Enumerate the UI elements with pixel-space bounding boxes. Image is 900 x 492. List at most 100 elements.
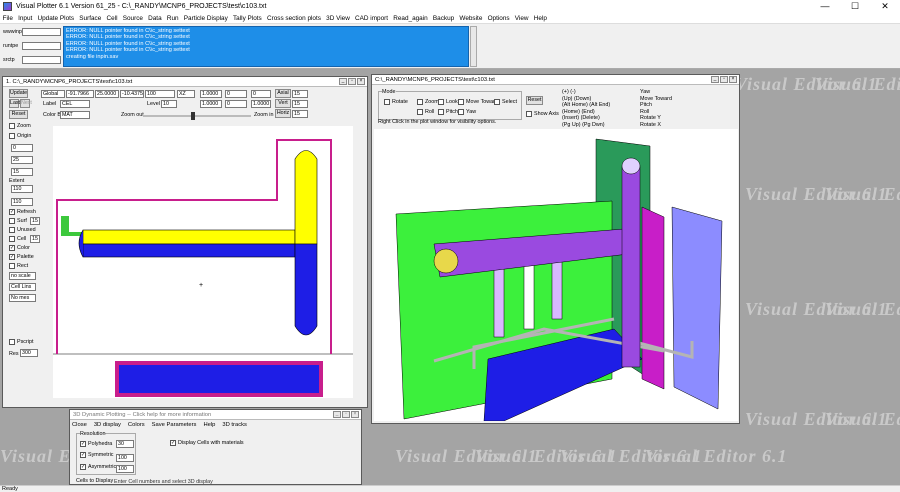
cell-size-field[interactable]: 15 <box>30 235 40 243</box>
surf-checkbox[interactable] <box>9 218 15 224</box>
horiz-button[interactable]: Horiz <box>275 109 291 118</box>
message-console[interactable]: ERROR: NULL pointer found in C\\c_string… <box>63 26 469 67</box>
plane-select[interactable]: XZ <box>177 90 195 98</box>
menu-help[interactable]: Help <box>531 15 549 22</box>
menu-data[interactable]: Data <box>146 15 165 22</box>
roll-checkbox[interactable] <box>417 109 423 115</box>
menu-update-plots[interactable]: Update Plots <box>35 15 77 22</box>
rect-checkbox[interactable] <box>9 263 15 269</box>
basis-4-field[interactable]: 1.0000 <box>200 100 222 108</box>
unused-checkbox[interactable] <box>9 227 15 233</box>
minimize-icon[interactable]: _ <box>333 411 341 418</box>
close-icon[interactable]: × <box>729 76 737 83</box>
color-checkbox[interactable]: ✓ <box>9 245 15 251</box>
dyn-menu-3d-tracks[interactable]: 3D tracks <box>222 422 246 428</box>
scale-select[interactable]: no scale <box>9 272 36 280</box>
restore-icon[interactable]: ▫ <box>348 78 356 85</box>
zoom-mode-checkbox[interactable] <box>417 99 423 105</box>
menu-cell[interactable]: Cell <box>104 15 120 22</box>
menu-view[interactable]: View <box>512 15 531 22</box>
symmetric-checkbox[interactable]: ✓ <box>80 452 86 458</box>
horiz-field[interactable]: 15 <box>292 110 308 118</box>
last-button[interactable]: Last <box>9 99 20 108</box>
minimize-icon[interactable]: _ <box>339 78 347 85</box>
restore-icon[interactable]: ▫ <box>720 76 728 83</box>
basis-1-field[interactable]: 1.0000 <box>200 90 222 98</box>
minimize-icon[interactable]: _ <box>711 76 719 83</box>
extent-field[interactable]: 100 <box>145 90 175 98</box>
coord-system-select[interactable]: Global <box>41 90 65 98</box>
zoom-slider[interactable] <box>143 115 251 117</box>
refresh-checkbox[interactable]: ✓ <box>9 209 15 215</box>
mesh-select[interactable]: No mes <box>9 294 36 302</box>
dyn-menu-close[interactable]: Close <box>72 422 87 428</box>
pitch-checkbox[interactable] <box>438 109 444 115</box>
basis-2-field[interactable]: 0 <box>225 90 247 98</box>
menu-cad-import[interactable]: CAD import <box>352 15 390 22</box>
menu-cross-section-plots[interactable]: Cross section plots <box>264 15 323 22</box>
palette-checkbox[interactable]: ✓ <box>9 254 15 260</box>
origin-x-field[interactable]: -91.7966 <box>66 90 94 98</box>
extent-h-field[interactable]: 110 <box>11 185 33 193</box>
menu-website[interactable]: Website <box>457 15 485 22</box>
display-cells-checkbox[interactable]: ✓ <box>170 440 176 446</box>
menu-backup[interactable]: Backup <box>430 15 457 22</box>
menu-run[interactable]: Run <box>164 15 181 22</box>
look-checkbox[interactable] <box>438 99 444 105</box>
maximize-button[interactable]: ☐ <box>840 0 870 13</box>
reset-3d-button[interactable]: Reset <box>526 96 543 105</box>
plot-3d-canvas[interactable] <box>374 129 738 421</box>
dyn-menu-colors[interactable]: Colors <box>128 422 145 428</box>
menu-file[interactable]: File <box>0 15 16 22</box>
extent-v-field[interactable]: 110 <box>11 198 33 206</box>
polyhedra-field[interactable]: 30 <box>116 440 134 448</box>
menu-surface[interactable]: Surface <box>77 15 104 22</box>
move-toward-checkbox[interactable] <box>458 99 464 105</box>
dyn-menu-help[interactable]: Help <box>203 422 215 428</box>
asymmetric-checkbox[interactable]: ✓ <box>80 464 86 470</box>
restore-icon[interactable]: ▫ <box>342 411 350 418</box>
reset-button[interactable]: Reset <box>9 110 28 119</box>
srctp-field[interactable] <box>22 56 61 64</box>
symmetric-field[interactable]: 100 <box>116 454 134 462</box>
dyn-menu-3d-display[interactable]: 3D display <box>94 422 121 428</box>
select-checkbox[interactable] <box>494 99 500 105</box>
menu-source[interactable]: Source <box>120 15 145 22</box>
menu-input[interactable]: Input <box>16 15 35 22</box>
basis-5-field[interactable]: 0 <box>225 100 247 108</box>
line-style-select[interactable]: Cell Lins <box>9 283 36 291</box>
basis-6-field[interactable]: 1.0000 <box>251 100 271 108</box>
menu-tally-plots[interactable]: Tally Plots <box>230 15 264 22</box>
left-value-3[interactable]: 15 <box>11 168 33 176</box>
surf-size-field[interactable]: 15 <box>30 217 40 225</box>
vert-field[interactable]: 15 <box>292 100 308 108</box>
origin-z-field[interactable]: -10.4375 <box>120 90 144 98</box>
pscript-checkbox[interactable] <box>9 339 15 345</box>
left-value-1[interactable]: 0 <box>11 144 33 152</box>
res-field[interactable]: 300 <box>20 349 38 357</box>
close-icon[interactable]: × <box>351 411 359 418</box>
dyn-menu-save-parameters[interactable]: Save Parameters <box>152 422 197 428</box>
menu-options[interactable]: Options <box>485 15 512 22</box>
color-by-select[interactable]: MAT <box>60 111 90 119</box>
label-select[interactable]: CEL <box>60 100 90 108</box>
polyhedra-checkbox[interactable]: ✓ <box>80 441 86 447</box>
level-select[interactable]: 10 <box>161 100 177 108</box>
rotate-checkbox[interactable] <box>384 99 390 105</box>
wwwinp-field[interactable] <box>22 28 61 36</box>
next-button[interactable]: Next <box>20 99 32 108</box>
cell-checkbox[interactable] <box>9 236 15 242</box>
menu-3d-view[interactable]: 3D View <box>324 15 353 22</box>
zoom-slider-thumb[interactable] <box>191 112 195 120</box>
plot-2d-canvas[interactable]: + <box>53 126 353 398</box>
vert-button[interactable]: Vert <box>275 99 291 108</box>
origin-checkbox[interactable] <box>9 133 15 139</box>
close-button[interactable]: ✕ <box>870 0 900 13</box>
show-axis-checkbox[interactable] <box>526 111 532 117</box>
basis-3-field[interactable]: 0 <box>251 90 271 98</box>
zoom-checkbox[interactable] <box>9 123 15 129</box>
runtpe-field[interactable] <box>22 42 61 50</box>
left-value-2[interactable]: 25 <box>11 156 33 164</box>
yaw-checkbox[interactable] <box>458 109 464 115</box>
menu-read-again[interactable]: Read_again <box>391 15 431 22</box>
